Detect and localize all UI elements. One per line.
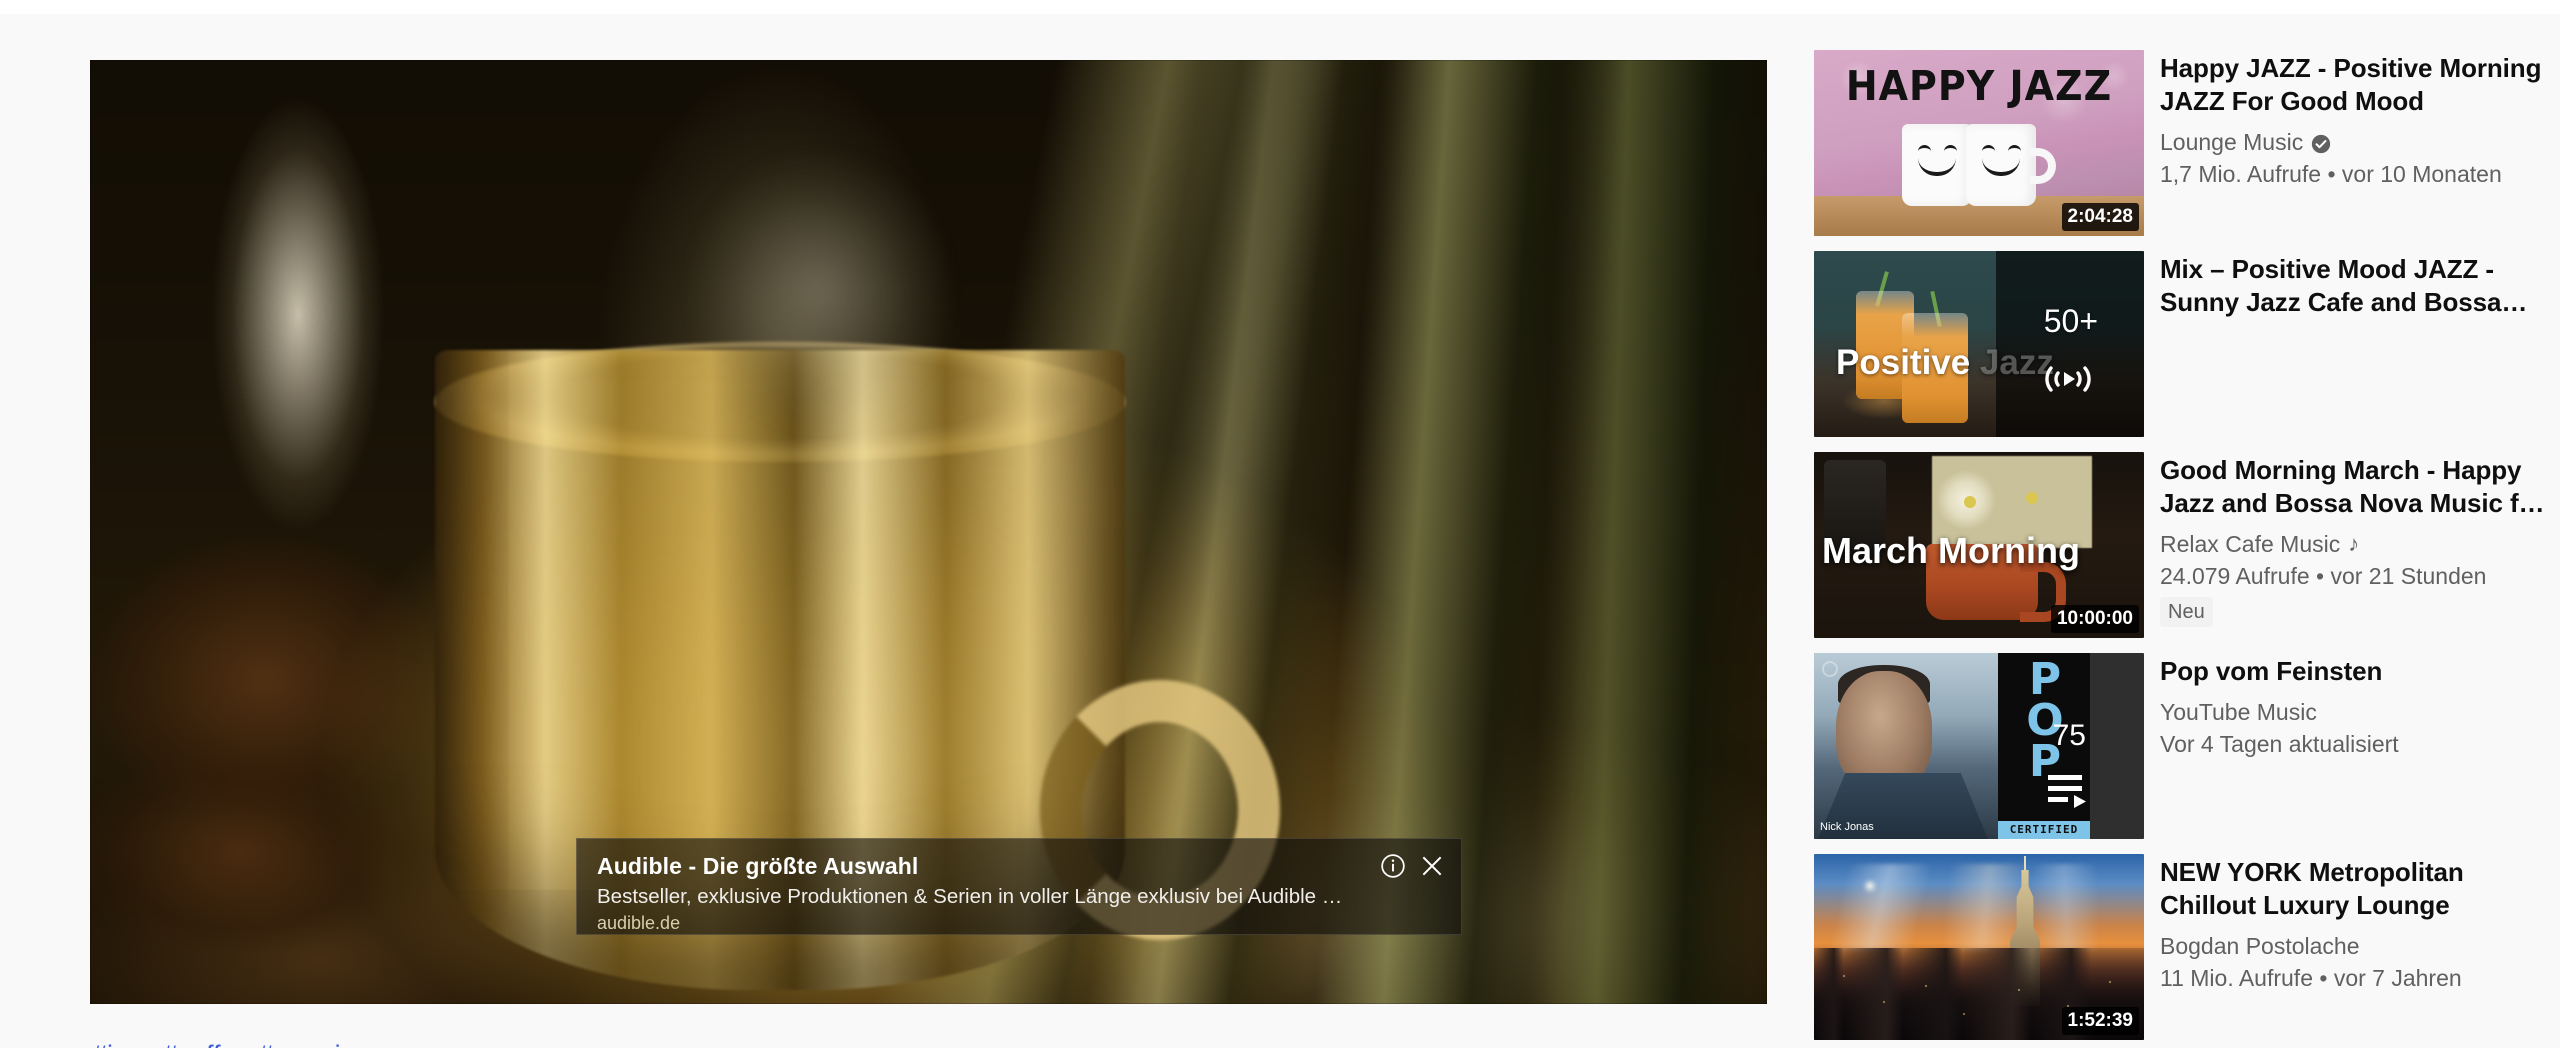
video-title[interactable]: Mix – Positive Mood JAZZ - Sunny Jazz Ca… bbox=[2160, 253, 2560, 319]
video-thumbnail[interactable]: 1:52:39 bbox=[1814, 854, 2144, 1040]
close-icon[interactable] bbox=[1419, 853, 1445, 879]
channel-name: Lounge Music bbox=[2160, 129, 2304, 155]
video-metadata: Good Morning March - Happy Jazz and Boss… bbox=[2160, 452, 2560, 640]
thumbnail-eye-3 bbox=[1982, 145, 1995, 152]
info-circle-icon[interactable] bbox=[1380, 853, 1406, 879]
video-metadata: Mix – Positive Mood JAZZ - Sunny Jazz Ca… bbox=[2160, 251, 2560, 439]
mix-thumbnail[interactable]: Positive Jazz 50+ bbox=[1814, 251, 2144, 437]
thumbnail-title-text: March Morning bbox=[1822, 530, 2080, 571]
playlist-title[interactable]: Pop vom Feinsten bbox=[2160, 655, 2399, 688]
video-thumbnail[interactable]: March Morning 10:00:00 bbox=[1814, 452, 2144, 638]
thumbnail-eye-2 bbox=[1944, 145, 1957, 152]
video-stats: 1,7 Mio. Aufrufe • vor 10 Monaten bbox=[2160, 161, 2502, 187]
playlist-thumbnail[interactable]: Nick Jonas POP CERTIFIED 75 bbox=[1814, 653, 2144, 839]
thumbnail-title-main: Positive bbox=[1836, 343, 1971, 382]
video-metadata: Pop vom Feinsten YouTube Music Vor 4 Tag… bbox=[2160, 653, 2399, 841]
thumbnail-title-text: HAPPY JAZZ bbox=[1845, 62, 2113, 110]
list-item[interactable]: 1:52:39 NEW YORK Metropolitan Chillout L… bbox=[1814, 854, 2560, 1042]
related-videos-sidebar: HAPPY JAZZ 2:04:28 Happy JAZZ - Positive… bbox=[1814, 50, 2560, 1048]
ad-overlay-controls[interactable] bbox=[1380, 853, 1445, 879]
video-thumbnail[interactable]: HAPPY JAZZ 2:04:28 bbox=[1814, 50, 2144, 236]
video-player[interactable]: Audible - Die größte Auswahl Bestseller,… bbox=[90, 60, 1767, 1004]
video-duration-badge: 1:52:39 bbox=[2061, 1007, 2139, 1035]
music-note-icon: ♪ bbox=[2348, 531, 2360, 556]
channel-name: Bogdan Postolache bbox=[2160, 933, 2360, 959]
video-title[interactable]: NEW YORK Metropolitan Chillout Luxury Lo… bbox=[2160, 856, 2560, 922]
video-stats: 24.079 Aufrufe • vor 21 Stunden bbox=[2160, 563, 2487, 589]
video-metadata: Happy JAZZ - Positive Morning JAZZ For G… bbox=[2160, 50, 2560, 238]
radio-broadcast-icon bbox=[2040, 361, 2096, 402]
thumbnail-rose-center-1 bbox=[1964, 496, 1976, 508]
video-title-below-player[interactable]: #jazz #coffee #morning bbox=[92, 1041, 992, 1048]
thumbnail-rose-center-2 bbox=[2026, 492, 2038, 504]
channel-row[interactable]: Lounge Music bbox=[2160, 128, 2560, 156]
mix-count-label: 50+ bbox=[2043, 303, 2098, 339]
list-item[interactable]: March Morning 10:00:00 Good Morning Marc… bbox=[1814, 452, 2560, 640]
channel-name: Relax Cafe Music bbox=[2160, 531, 2341, 557]
video-stats: 11 Mio. Aufrufe • vor 7 Jahren bbox=[2160, 965, 2462, 991]
list-item[interactable]: Nick Jonas POP CERTIFIED 75 Pop vom Fein… bbox=[1814, 653, 2560, 841]
thumbnail-eye-1 bbox=[1918, 145, 1931, 152]
list-item[interactable]: HAPPY JAZZ 2:04:28 Happy JAZZ - Positive… bbox=[1814, 50, 2560, 238]
thumbnail-title-text: Positive Jazz bbox=[1836, 343, 2054, 383]
video-duration-badge: 10:00:00 bbox=[2050, 605, 2139, 633]
ad-title: Audible - Die größte Auswahl bbox=[597, 853, 919, 879]
cover-corner-icon bbox=[1822, 661, 1838, 677]
status-badge: Neu bbox=[2160, 597, 2213, 627]
thumbnail-mug-handle bbox=[2030, 148, 2056, 184]
channel-name: YouTube Music bbox=[2160, 699, 2317, 725]
playlist-video-count: 75 bbox=[2052, 719, 2086, 752]
channel-row[interactable]: YouTube Music bbox=[2160, 698, 2399, 726]
list-item[interactable]: Positive Jazz 50+ Mix – Positive Mood JA… bbox=[1814, 251, 2560, 439]
ad-url[interactable]: audible.de bbox=[597, 913, 1443, 934]
steam-wisp bbox=[610, 130, 1030, 450]
ad-description: Bestseller, exklusive Produktionen & Ser… bbox=[597, 884, 1343, 908]
cover-artist-label: Nick Jonas bbox=[1820, 821, 1874, 833]
channel-row[interactable]: Bogdan Postolache bbox=[2160, 932, 2560, 960]
playlist-updated: Vor 4 Tagen aktualisiert bbox=[2160, 731, 2399, 757]
video-title-text: #jazz #coffee #morning bbox=[92, 1041, 992, 1048]
video-metadata: NEW YORK Metropolitan Chillout Luxury Lo… bbox=[2160, 854, 2560, 1042]
thumbnail-eye-4 bbox=[2008, 145, 2021, 152]
top-white-strip bbox=[0, 0, 2560, 14]
ad-overlay[interactable]: Audible - Die größte Auswahl Bestseller,… bbox=[576, 838, 1462, 935]
playlist-play-icon bbox=[2046, 771, 2092, 816]
verified-badge-icon bbox=[2311, 132, 2331, 154]
video-title[interactable]: Good Morning March - Happy Jazz and Boss… bbox=[2160, 454, 2560, 520]
thumbnail-clouds bbox=[1814, 864, 2144, 950]
channel-row[interactable]: Relax Cafe Music ♪ bbox=[2160, 530, 2560, 558]
playlist-cover-art: Nick Jonas bbox=[1814, 653, 1998, 839]
certified-label: CERTIFIED bbox=[1998, 821, 2090, 839]
youtube-watch-page: Audible - Die größte Auswahl Bestseller,… bbox=[0, 0, 2560, 1048]
video-title[interactable]: Happy JAZZ - Positive Morning JAZZ For G… bbox=[2160, 52, 2560, 118]
video-duration-badge: 2:04:28 bbox=[2061, 203, 2139, 231]
